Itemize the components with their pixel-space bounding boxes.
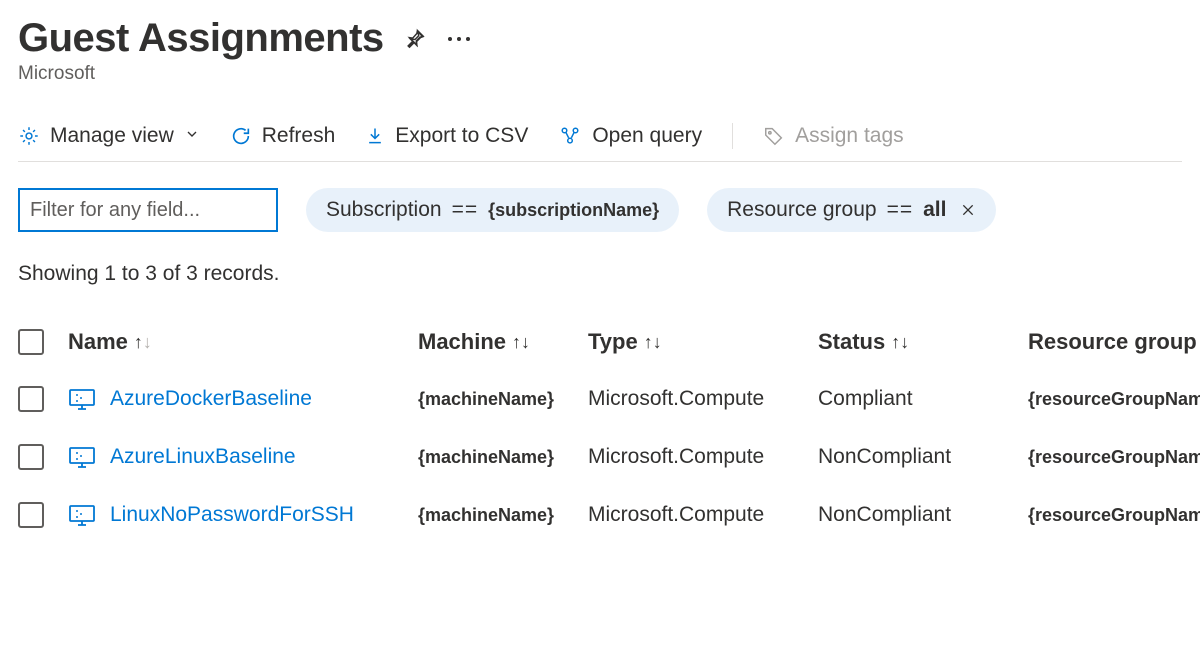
monitor-icon: [68, 503, 96, 527]
column-header-status[interactable]: Status ↑↓: [818, 329, 1028, 355]
refresh-label: Refresh: [262, 124, 336, 148]
assign-tags-button: Assign tags: [763, 124, 904, 148]
table-header: Name ↑↓ Machine ↑↓ Type ↑↓ Status ↑↓ Res…: [18, 314, 1182, 370]
resource-group-cell: {resourceGroupName}: [1028, 505, 1200, 526]
column-header-name[interactable]: Name ↑↓: [68, 329, 418, 355]
toolbar-divider: [732, 123, 733, 149]
column-label: Name: [68, 329, 128, 355]
machine-cell: {machineName}: [418, 447, 588, 468]
filters-row: Subscription == {subscriptionName} Resou…: [18, 188, 1182, 232]
manage-view-label: Manage view: [50, 124, 174, 148]
pill-eq: ==: [452, 198, 479, 222]
type-cell: Microsoft.Compute: [588, 445, 818, 469]
gear-icon: [18, 125, 40, 147]
query-icon: [558, 125, 582, 147]
type-cell: Microsoft.Compute: [588, 503, 818, 527]
assignment-name-link[interactable]: AzureDockerBaseline: [110, 387, 312, 411]
pin-icon[interactable]: [404, 28, 426, 50]
assign-tags-label: Assign tags: [795, 124, 904, 148]
tag-icon: [763, 125, 785, 147]
resource-group-cell: {resourceGroupName}: [1028, 447, 1200, 468]
column-label: Machine: [418, 329, 506, 355]
status-cell: NonCompliant: [818, 503, 1028, 527]
column-header-type[interactable]: Type ↑↓: [588, 329, 818, 355]
table-row: LinuxNoPasswordForSSH {machineName} Micr…: [18, 486, 1182, 544]
column-header-resource-group[interactable]: Resource group: [1028, 329, 1200, 355]
sort-icon: ↑↓: [512, 332, 530, 353]
sort-icon: ↑↓: [891, 332, 909, 353]
filter-input[interactable]: [18, 188, 278, 232]
pill-value: all: [923, 198, 946, 222]
manage-view-button[interactable]: Manage view: [18, 124, 200, 148]
sort-icon: ↑↓: [134, 332, 152, 353]
filter-pill-subscription[interactable]: Subscription == {subscriptionName}: [306, 188, 679, 232]
toolbar: Manage view Refresh Export to CSV: [18, 105, 1182, 162]
machine-cell: {machineName}: [418, 389, 588, 410]
more-icon[interactable]: [446, 34, 472, 44]
open-query-button[interactable]: Open query: [558, 124, 702, 148]
column-label: Type: [588, 329, 638, 355]
pill-label: Subscription: [326, 198, 442, 222]
status-cell: NonCompliant: [818, 445, 1028, 469]
close-icon[interactable]: [960, 202, 976, 218]
pill-label: Resource group: [727, 198, 876, 222]
row-checkbox[interactable]: [18, 444, 44, 470]
row-checkbox[interactable]: [18, 502, 44, 528]
page-title: Guest Assignments: [18, 16, 384, 61]
records-count: Showing 1 to 3 of 3 records.: [18, 262, 1182, 286]
table-row: AzureLinuxBaseline {machineName} Microso…: [18, 428, 1182, 486]
type-cell: Microsoft.Compute: [588, 387, 818, 411]
machine-cell: {machineName}: [418, 505, 588, 526]
download-icon: [365, 125, 385, 147]
column-label: Resource group: [1028, 329, 1197, 355]
export-csv-label: Export to CSV: [395, 124, 528, 148]
filter-pill-resource-group[interactable]: Resource group == all: [707, 188, 996, 232]
pill-value: {subscriptionName}: [488, 200, 659, 221]
pill-eq: ==: [887, 198, 914, 222]
sort-icon: ↑↓: [644, 332, 662, 353]
table-row: AzureDockerBaseline {machineName} Micros…: [18, 370, 1182, 428]
assignment-name-link[interactable]: AzureLinuxBaseline: [110, 445, 296, 469]
status-cell: Compliant: [818, 387, 1028, 411]
open-query-label: Open query: [592, 124, 702, 148]
chevron-down-icon: [184, 124, 200, 148]
assignment-name-link[interactable]: LinuxNoPasswordForSSH: [110, 503, 354, 527]
row-checkbox[interactable]: [18, 386, 44, 412]
assignments-table: Name ↑↓ Machine ↑↓ Type ↑↓ Status ↑↓ Res…: [18, 314, 1182, 544]
column-label: Status: [818, 329, 885, 355]
page-subtitle: Microsoft: [18, 63, 1182, 85]
export-csv-button[interactable]: Export to CSV: [365, 124, 528, 148]
monitor-icon: [68, 445, 96, 469]
refresh-icon: [230, 125, 252, 147]
select-all-checkbox[interactable]: [18, 329, 44, 355]
refresh-button[interactable]: Refresh: [230, 124, 336, 148]
monitor-icon: [68, 387, 96, 411]
resource-group-cell: {resourceGroupName}: [1028, 389, 1200, 410]
column-header-machine[interactable]: Machine ↑↓: [418, 329, 588, 355]
